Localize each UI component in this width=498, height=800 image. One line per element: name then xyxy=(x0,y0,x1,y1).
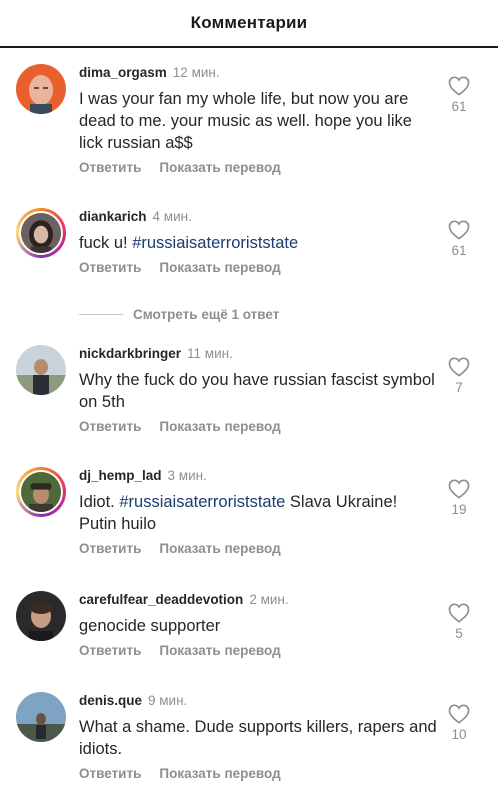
hashtag-link[interactable]: #russiaisaterroriststate xyxy=(132,234,298,252)
comment-username[interactable]: nickdarkbringer xyxy=(79,346,181,361)
show-translation-button[interactable]: Показать перевод xyxy=(159,766,280,781)
comment-text: fuck u! #russiaisaterroriststate xyxy=(79,232,439,254)
page-title: Комментарии xyxy=(190,13,308,32)
like-count: 10 xyxy=(451,727,467,742)
show-translation-button[interactable]: Показать перевод xyxy=(159,160,280,175)
avatar[interactable] xyxy=(16,345,66,395)
like-button[interactable]: 61 xyxy=(445,220,473,258)
view-more-replies[interactable]: Смотреть ещё 1 ответ xyxy=(79,305,279,323)
like-count: 5 xyxy=(455,626,463,641)
comment-text-part: fuck u! xyxy=(79,234,133,252)
comment-time: 12 мин. xyxy=(172,65,220,80)
heart-icon xyxy=(448,704,470,724)
comment-username[interactable]: dima_orgasm xyxy=(79,65,167,80)
divider xyxy=(79,313,123,315)
comment-text: What a shame. Dude supports killers, rap… xyxy=(79,718,437,758)
avatar[interactable] xyxy=(16,208,66,258)
show-translation-button[interactable]: Показать перевод xyxy=(159,419,280,434)
reply-button[interactable]: Ответить xyxy=(79,160,141,175)
comment-username[interactable]: denis.que xyxy=(79,693,142,708)
comment-username[interactable]: dj_hemp_lad xyxy=(79,468,162,483)
show-translation-button[interactable]: Показать перевод xyxy=(159,643,280,658)
avatar[interactable] xyxy=(16,591,66,641)
avatar[interactable] xyxy=(16,467,66,517)
hashtag-link[interactable]: #russiaisaterroriststate xyxy=(119,493,285,511)
comment-time: 2 мин. xyxy=(249,592,289,607)
comment-text: Why the fuck do you have russian fascist… xyxy=(79,371,435,411)
avatar[interactable] xyxy=(16,64,66,114)
reply-button[interactable]: Ответить xyxy=(79,643,141,658)
heart-icon xyxy=(448,357,470,377)
like-button[interactable]: 7 xyxy=(445,357,473,395)
heart-icon xyxy=(448,603,470,623)
comment-time: 9 мин. xyxy=(148,693,188,708)
heart-icon xyxy=(448,76,470,96)
heart-icon xyxy=(448,479,470,499)
avatar-image xyxy=(21,213,61,253)
comment-time: 3 мин. xyxy=(167,468,207,483)
reply-button[interactable]: Ответить xyxy=(79,419,141,434)
like-button[interactable]: 10 xyxy=(445,704,473,742)
avatar-image xyxy=(16,345,66,395)
reply-button[interactable]: Ответить xyxy=(79,541,141,556)
like-count: 7 xyxy=(455,380,463,395)
like-count: 61 xyxy=(451,99,467,114)
avatar-image xyxy=(16,64,66,114)
comment-username[interactable]: diankarich xyxy=(79,209,147,224)
comment-text: genocide supporter xyxy=(79,617,221,635)
reply-button[interactable]: Ответить xyxy=(79,766,141,781)
like-count: 61 xyxy=(451,243,467,258)
like-button[interactable]: 61 xyxy=(445,76,473,114)
like-button[interactable]: 19 xyxy=(445,479,473,517)
avatar-image xyxy=(16,591,66,641)
comment-time: 4 мин. xyxy=(152,209,192,224)
comment-username[interactable]: carefulfear_deaddevotion xyxy=(79,592,243,607)
view-more-replies-label: Смотреть ещё 1 ответ xyxy=(133,306,280,322)
comment-time: 11 мин. xyxy=(187,346,233,361)
avatar-image xyxy=(16,692,66,742)
comment-text-part: Idiot. xyxy=(79,493,120,511)
avatar-image xyxy=(21,472,61,512)
show-translation-button[interactable]: Показать перевод xyxy=(159,541,280,556)
comment-text: I was your fan my whole life, but now yo… xyxy=(79,90,412,152)
like-button[interactable]: 5 xyxy=(445,603,473,641)
reply-button[interactable]: Ответить xyxy=(79,260,141,275)
avatar[interactable] xyxy=(16,692,66,742)
like-count: 19 xyxy=(451,502,467,517)
comment-text: Idiot. #russiaisaterroriststate Slava Uk… xyxy=(79,491,439,535)
heart-icon xyxy=(448,220,470,240)
header: Комментарии xyxy=(0,0,498,48)
show-translation-button[interactable]: Показать перевод xyxy=(159,260,280,275)
